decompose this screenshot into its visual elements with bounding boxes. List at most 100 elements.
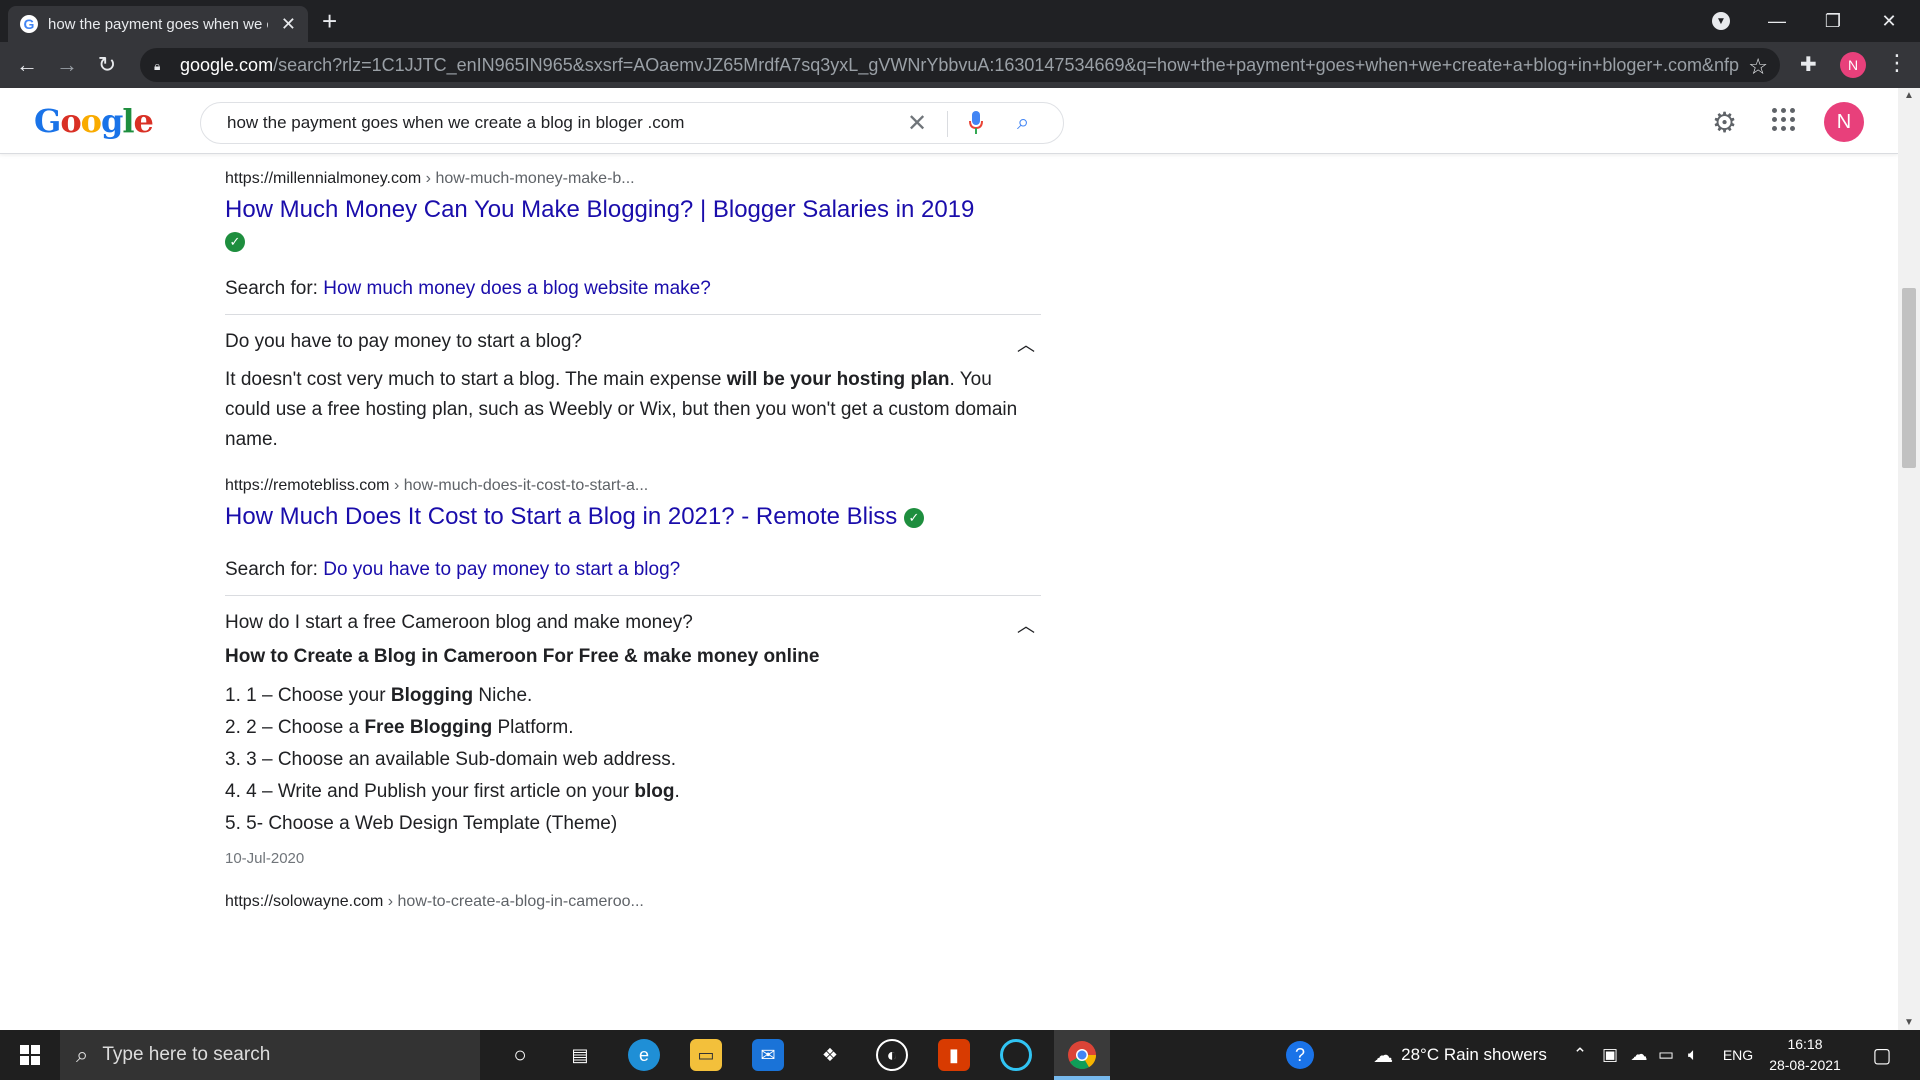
rain-cloud-icon: ☁ (1373, 1044, 1394, 1067)
onedrive-tray[interactable]: ☁ (1626, 1030, 1652, 1080)
search-for-link[interactable]: Do you have to pay money to start a blog… (323, 559, 680, 580)
app-taskbar-item[interactable]: ◐ (868, 1030, 916, 1080)
chevron-up-icon: ⌃ (1572, 1045, 1588, 1064)
volume-tray[interactable]: 🔈︎ (1680, 1030, 1706, 1080)
page-scrollbar[interactable]: ▲ ▼ (1898, 88, 1920, 1030)
browser-profile-avatar[interactable]: N (1840, 52, 1866, 78)
language-indicator[interactable]: ENG (1718, 1030, 1758, 1080)
related-question[interactable]: Do you have to pay money to start a blog… (225, 331, 1041, 355)
app-icon: ◐ (876, 1039, 908, 1071)
cortana-button[interactable]: ○ (496, 1030, 544, 1080)
notifications-button[interactable]: ▢ (1862, 1030, 1902, 1080)
settings-gear-icon[interactable]: ⚙ (1712, 106, 1737, 139)
dropbox-icon: ❖ (821, 1044, 839, 1065)
tray-device-icon[interactable]: ▣ (1598, 1030, 1622, 1080)
cloud-icon: ☁ (1630, 1045, 1648, 1064)
list-item: 4. 4 – Write and Publish your first arti… (225, 781, 680, 802)
tab-close-icon[interactable]: ✕ (281, 14, 296, 35)
notification-icon: ▢ (1872, 1044, 1892, 1067)
close-window-button[interactable]: ✕ (1864, 0, 1914, 42)
reload-button[interactable]: ↻ (92, 50, 122, 80)
search-for-link[interactable]: How much money does a blog website make? (323, 278, 711, 299)
windows-taskbar: ⌕ Type here to search ○ ▤ e ▭ ✉ ❖ ◐ ▮ ? … (0, 1030, 1920, 1080)
search-query[interactable]: how the payment goes when we create a bl… (227, 113, 887, 133)
snippet-heading: How to Create a Blog in Cameroon For Fre… (225, 646, 820, 667)
chevron-up-icon[interactable]: ︿ (1017, 331, 1035, 357)
active-app-indicator (1054, 1076, 1110, 1080)
list-item: 3. 3 – Choose an available Sub-domain we… (225, 749, 677, 770)
search-results: https://millennialmoney.com › how-much-m… (225, 154, 1041, 1030)
back-button[interactable]: ← (12, 50, 42, 80)
minimize-button[interactable]: — (1752, 0, 1802, 42)
new-tab-button[interactable]: + (322, 6, 337, 36)
show-hidden-icons-button[interactable]: ⌃ (1568, 1030, 1592, 1080)
device-icon: ▣ (1601, 1045, 1619, 1064)
weather-widget[interactable]: ☁ 28°C Rain showers (1360, 1030, 1560, 1080)
google-apps-icon[interactable] (1772, 108, 1796, 132)
tab-title: how the payment goes when we create a bl… (48, 15, 268, 33)
start-button[interactable] (0, 1030, 60, 1080)
tab-search-icon[interactable]: ▼ (1712, 12, 1730, 30)
bookmark-star-icon[interactable]: ☆ (1748, 54, 1768, 80)
clear-search-icon[interactable]: ✕ (907, 109, 927, 138)
system-clock[interactable]: 16:18 28-08-2021 (1760, 1034, 1850, 1076)
browser-tab[interactable]: G how the payment goes when we create a … (8, 6, 308, 42)
result-title-link[interactable]: How Much Does It Cost to Start a Blog in… (225, 501, 1041, 533)
taskbar-search-box[interactable]: ⌕ Type here to search (60, 1030, 480, 1080)
windows-logo-icon (20, 1045, 40, 1065)
chrome-icon (1068, 1041, 1096, 1069)
address-bar[interactable]: 🔒︎ google.com/search?rlz=1C1JJTC_enIN965… (140, 48, 1780, 82)
office-icon: ▮ (938, 1039, 970, 1071)
result-cite[interactable]: https://solowayne.com › how-to-create-a-… (225, 893, 1041, 911)
divider (225, 595, 1041, 596)
tab-strip: G how the payment goes when we create a … (0, 0, 1920, 42)
browser-menu-icon[interactable]: ⋮ (1886, 50, 1908, 76)
verified-check-icon: ✓ (903, 507, 924, 528)
result-title-link[interactable]: How Much Money Can You Make Blogging? | … (225, 194, 1041, 226)
chrome-app[interactable] (1054, 1030, 1110, 1080)
folder-icon: ▭ (690, 1039, 722, 1071)
result-cite[interactable]: https://remotebliss.com › how-much-does-… (225, 477, 1041, 495)
edge-icon: e (628, 1039, 660, 1071)
battery-tray[interactable]: ▭ (1654, 1030, 1678, 1080)
scroll-up-icon[interactable]: ▲ (1904, 90, 1914, 101)
list-item: 1. 1 – Choose your Blogging Niche. (225, 685, 533, 706)
extensions-puzzle-icon[interactable]: ✚ (1800, 52, 1817, 77)
search-input[interactable]: how the payment goes when we create a bl… (200, 102, 1064, 144)
google-favicon-icon: G (20, 15, 38, 33)
related-question[interactable]: How do I start a free Cameroon blog and … (225, 612, 1041, 636)
question-icon: ? (1286, 1041, 1314, 1069)
search-icon[interactable]: ⌕ (1017, 109, 1029, 135)
help-button[interactable]: ? (1280, 1030, 1320, 1080)
search-icon: ⌕ (76, 1042, 89, 1067)
result-cite[interactable]: https://millennialmoney.com › how-much-m… (225, 170, 1041, 188)
speaker-icon: 🔈︎ (1687, 1045, 1699, 1064)
dropbox-app[interactable]: ❖ (806, 1030, 854, 1080)
browser-toolbar: ← → ↻ 🔒︎ google.com/search?rlz=1C1JJTC_e… (0, 42, 1920, 88)
account-avatar[interactable]: N (1824, 102, 1864, 142)
file-explorer-app[interactable]: ▭ (682, 1030, 730, 1080)
microphone-icon[interactable] (969, 111, 983, 135)
circle-icon: ○ (513, 1042, 527, 1067)
scrollbar-thumb[interactable] (1902, 288, 1916, 468)
forward-button[interactable]: → (52, 50, 82, 80)
battery-icon: ▭ (1657, 1045, 1675, 1064)
alexa-app[interactable] (992, 1030, 1040, 1080)
divider (225, 314, 1041, 315)
search-for-suggestion: Search for: Do you have to pay money to … (225, 559, 681, 580)
mail-app[interactable]: ✉ (744, 1030, 792, 1080)
mail-icon: ✉ (752, 1039, 784, 1071)
restore-button[interactable]: ❐ (1808, 0, 1858, 42)
edge-app[interactable]: e (620, 1030, 668, 1080)
question-answer: It doesn't cost very much to start a blo… (225, 369, 1018, 450)
scroll-down-icon[interactable]: ▼ (1904, 1017, 1914, 1028)
google-doodle-logo[interactable]: Google (34, 102, 154, 140)
task-view-button[interactable]: ▤ (556, 1030, 604, 1080)
office-app[interactable]: ▮ (930, 1030, 978, 1080)
chevron-up-icon[interactable]: ︿ (1017, 612, 1035, 638)
lock-icon[interactable]: 🔒︎ (154, 59, 166, 73)
snippet-date: 10-Jul-2020 (225, 850, 305, 867)
search-divider (947, 111, 948, 137)
google-header: Google how the payment goes when we crea… (0, 88, 1898, 154)
list-item: 5. 5- Choose a Web Design Template (Them… (225, 813, 618, 834)
